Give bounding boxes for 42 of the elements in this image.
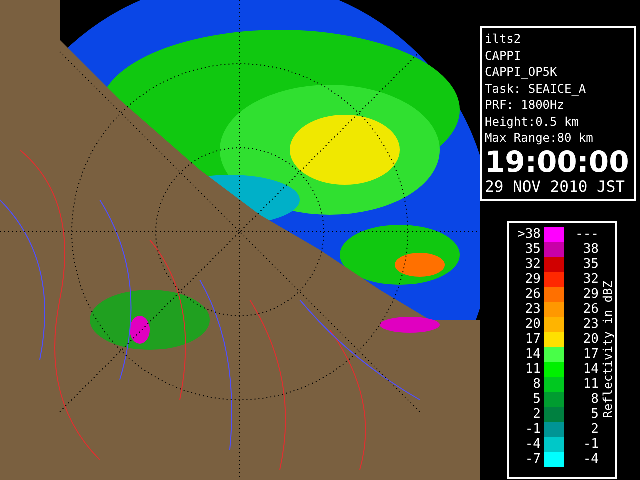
legend-low-value: -1 <box>524 422 541 436</box>
legend-high-value: 17 <box>582 346 599 362</box>
info-line: CAPPI <box>485 48 522 64</box>
date-text: 29 NOV 2010 JST <box>485 176 626 196</box>
legend-high-value: 11 <box>582 376 599 392</box>
info-line: PRF: 1800Hz <box>485 97 566 114</box>
info-line: ilts2 <box>485 31 522 48</box>
info-line: Task: SEAICE_A <box>485 80 588 97</box>
info-line: Height:0.5 km <box>485 114 580 130</box>
legend-title: Reflectivity in dBZ <box>601 280 615 418</box>
legend-low-value: 26 <box>524 286 541 302</box>
legend-low-value: 14 <box>524 346 541 362</box>
legend-high-value: 23 <box>582 316 599 332</box>
legend-high-value: 20 <box>582 332 599 346</box>
legend-high-value: --- <box>574 226 599 242</box>
legend-high-value: 32 <box>582 272 599 286</box>
legend-high-value: -4 <box>582 452 599 466</box>
info-line: CAPPI_OP5K <box>485 64 558 80</box>
legend-high-value: 8 <box>590 392 599 406</box>
legend-low-value: -4 <box>524 436 541 452</box>
legend-high-value: 38 <box>582 242 599 256</box>
legend-low-value: 11 <box>524 362 541 376</box>
legend-high-value: 29 <box>582 286 599 302</box>
info-line: Max Range:80 km <box>485 130 594 146</box>
legend-low-value: 29 <box>524 272 541 286</box>
legend-low-value: 8 <box>532 376 541 392</box>
time-text: 19:00:00 <box>485 146 630 176</box>
legend-low-value: 20 <box>524 316 541 332</box>
legend-low-value: >38 <box>516 226 541 242</box>
legend-low-value: -7 <box>524 452 541 466</box>
legend-low-value: 5 <box>532 392 541 406</box>
legend-high-value: 5 <box>590 406 599 422</box>
legend-low-value: 2 <box>532 406 541 422</box>
legend-high-value: 2 <box>590 422 599 436</box>
legend-low-value: 17 <box>524 332 541 346</box>
legend-high-value: 14 <box>582 362 599 376</box>
legend-high-value: 35 <box>582 256 599 272</box>
legend-high-value: 26 <box>582 302 599 316</box>
legend-low-value: 35 <box>524 242 541 256</box>
legend-high-value: -1 <box>582 436 599 452</box>
legend-low-value: 23 <box>524 302 541 316</box>
legend-low-value: 32 <box>524 256 541 272</box>
